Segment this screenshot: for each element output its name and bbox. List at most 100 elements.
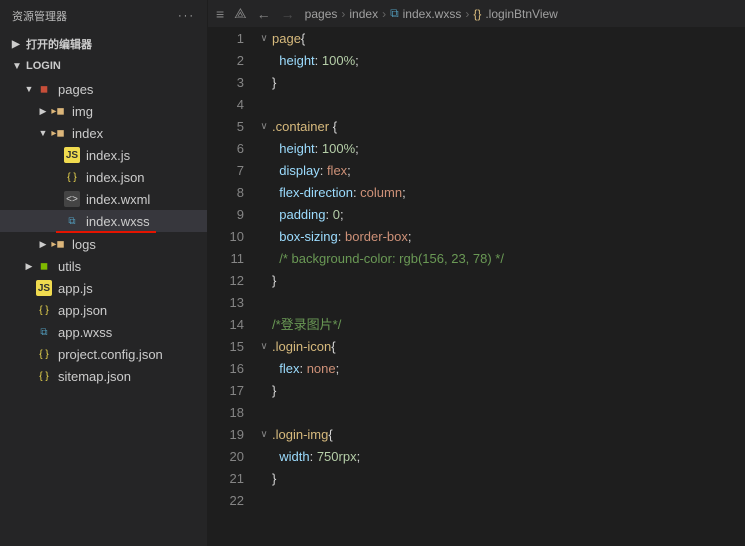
fold-icon: [256, 358, 272, 380]
fold-icon: [256, 182, 272, 204]
explorer-title: 资源管理器: [12, 8, 67, 24]
breadcrumb: pages › index › ⧉index.wxss › {}.loginBt…: [305, 6, 737, 21]
wxss-icon: ⧉: [36, 324, 52, 340]
project-section[interactable]: ▼ LOGIN: [0, 56, 207, 76]
tree-item[interactable]: { } project.config.json: [0, 343, 207, 365]
tree-item[interactable]: ▶▸◼ logs: [0, 233, 207, 255]
fold-icon: [256, 402, 272, 424]
fold-icon: [256, 72, 272, 94]
tree-item-label: app.js: [58, 281, 93, 296]
tree-item[interactable]: JS app.js: [0, 277, 207, 299]
chevron-icon: ▶: [36, 239, 50, 250]
tree-item-label: sitemap.json: [58, 369, 131, 384]
tree-item[interactable]: { } app.json: [0, 299, 207, 321]
bookmark-icon[interactable]: ⟁: [234, 5, 247, 22]
folder-icon: ▸◼: [50, 103, 66, 119]
code-content[interactable]: page{ height: 100%;}.container { height:…: [272, 28, 745, 546]
folder-icon: ▸◼: [50, 236, 66, 252]
chevron-icon: ▼: [22, 84, 36, 94]
back-icon[interactable]: ←: [257, 6, 271, 22]
chevron-down-icon: ▼: [12, 61, 22, 72]
json-icon: { }: [36, 346, 52, 362]
open-editors-section[interactable]: ▶ 打开的编辑器: [0, 32, 207, 56]
chevron-right-icon: ▶: [12, 39, 22, 50]
js-icon: JS: [64, 147, 80, 163]
fold-icon: [256, 248, 272, 270]
fold-icon: [256, 292, 272, 314]
wxml-icon: <>: [64, 191, 80, 207]
fold-icon: [256, 160, 272, 182]
tree-item-label: img: [72, 104, 93, 119]
fold-icon: [256, 446, 272, 468]
tree-item[interactable]: ▶◼ utils: [0, 255, 207, 277]
more-icon[interactable]: ···: [178, 10, 195, 22]
folder-icon: ◼: [36, 258, 52, 274]
fold-icon: [256, 204, 272, 226]
folder-icon: ◼: [36, 81, 52, 97]
json-icon: { }: [36, 302, 52, 318]
tree-item[interactable]: ▼▸◼ index: [0, 122, 207, 144]
open-editors-label: 打开的编辑器: [26, 36, 92, 52]
chevron-icon: ▶: [36, 106, 50, 117]
fold-icon: [256, 138, 272, 160]
explorer-header: 资源管理器 ···: [0, 0, 207, 32]
tree-item-label: app.wxss: [58, 325, 112, 340]
tree-item-label: app.json: [58, 303, 107, 318]
explorer-sidebar: 资源管理器 ··· ▶ 打开的编辑器 ▼ LOGIN ▼◼pages▶▸◼img…: [0, 0, 208, 546]
tree-item-label: index.wxss: [86, 214, 150, 229]
fold-icon: [256, 490, 272, 512]
json-icon: { }: [64, 169, 80, 185]
project-name: LOGIN: [26, 60, 61, 72]
json-icon: { }: [36, 368, 52, 384]
chevron-icon: ›: [382, 7, 386, 21]
chevron-icon: ›: [341, 7, 345, 21]
tree-item[interactable]: ▶▸◼ img: [0, 100, 207, 122]
tree-item[interactable]: JS index.js: [0, 144, 207, 166]
chevron-icon: ▶: [22, 261, 36, 272]
tree-item-label: utils: [58, 259, 81, 274]
selector-icon: {}: [473, 7, 481, 21]
tree-item-label: index.wxml: [86, 192, 150, 207]
tree-item[interactable]: ⧉ app.wxss: [0, 321, 207, 343]
fold-icon[interactable]: ∨: [256, 116, 272, 138]
code-editor[interactable]: 12345678910111213141516171819202122 ∨∨∨∨…: [208, 28, 745, 546]
fold-icon[interactable]: ∨: [256, 336, 272, 358]
tree-item[interactable]: ⧉ index.wxss: [0, 210, 207, 232]
folder-icon: ▸◼: [50, 125, 66, 141]
js-icon: JS: [36, 280, 52, 296]
tree-item[interactable]: { } index.json: [0, 166, 207, 188]
line-numbers: 12345678910111213141516171819202122: [208, 28, 256, 546]
forward-icon[interactable]: →: [281, 6, 295, 22]
tree-item[interactable]: { } sitemap.json: [0, 365, 207, 387]
breadcrumb-item[interactable]: ⧉index.wxss: [390, 6, 461, 21]
tree-item-label: logs: [72, 237, 96, 252]
fold-icon: [256, 380, 272, 402]
fold-icon: [256, 314, 272, 336]
tree-item-label: index.json: [86, 170, 145, 185]
fold-icon: [256, 270, 272, 292]
chevron-icon: ›: [465, 7, 469, 21]
fold-icon: [256, 468, 272, 490]
fold-icon: [256, 50, 272, 72]
editor-toolbar: ≡ ⟁ ← → pages › index › ⧉index.wxss › {}…: [208, 0, 745, 28]
chevron-icon: ▼: [36, 128, 50, 138]
fold-icon: [256, 94, 272, 116]
wxss-icon: ⧉: [390, 6, 399, 21]
tree-item-label: index.js: [86, 148, 130, 163]
breadcrumb-item[interactable]: {}.loginBtnView: [473, 7, 558, 21]
file-tree: ▼◼pages▶▸◼img▼▸◼indexJSindex.js{ }index.…: [0, 76, 207, 546]
tree-item-label: project.config.json: [58, 347, 163, 362]
tree-item[interactable]: ▼◼ pages: [0, 78, 207, 100]
fold-column: ∨ ∨ ∨ ∨: [256, 28, 272, 546]
fold-icon[interactable]: ∨: [256, 424, 272, 446]
tree-item-label: index: [72, 126, 103, 141]
fold-icon[interactable]: ∨: [256, 28, 272, 50]
editor-pane: ≡ ⟁ ← → pages › index › ⧉index.wxss › {}…: [208, 0, 745, 546]
breadcrumb-item[interactable]: index: [349, 7, 378, 21]
wxss-icon: ⧉: [64, 213, 80, 229]
list-icon[interactable]: ≡: [216, 6, 224, 22]
tree-item[interactable]: <> index.wxml: [0, 188, 207, 210]
tree-item-label: pages: [58, 82, 93, 97]
breadcrumb-item[interactable]: pages: [305, 7, 338, 21]
fold-icon: [256, 226, 272, 248]
